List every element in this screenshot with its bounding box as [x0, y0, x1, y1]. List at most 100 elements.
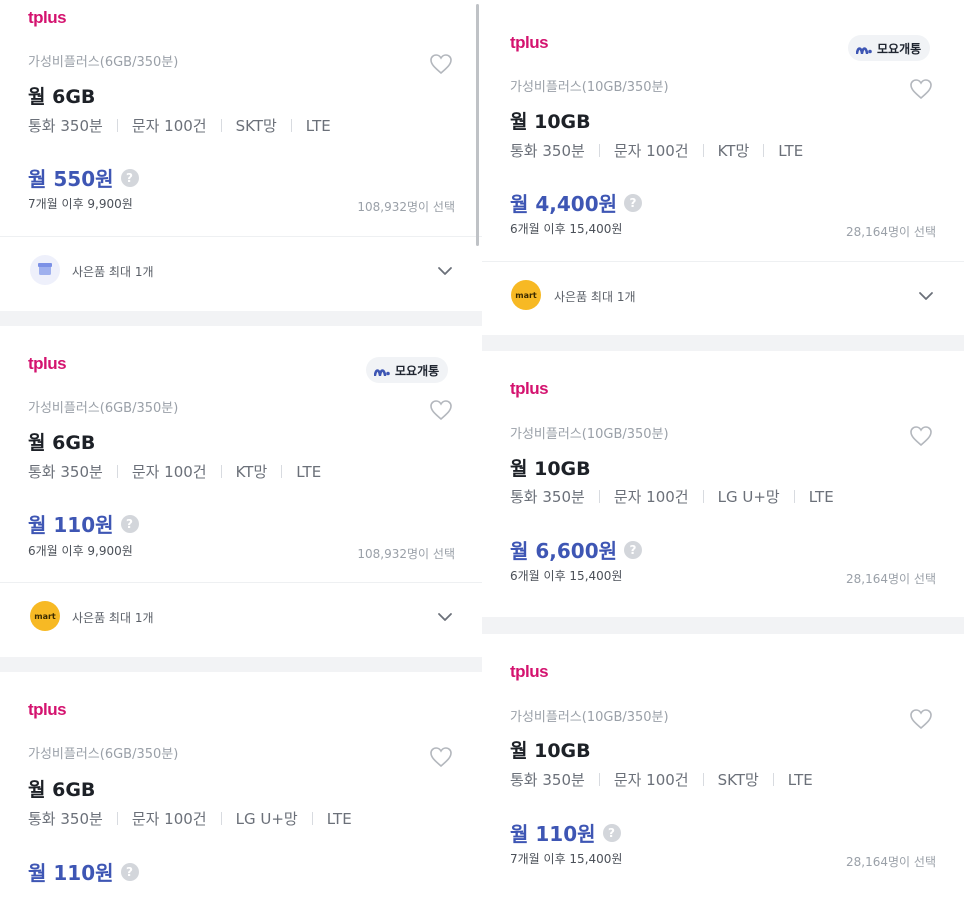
gift-row[interactable]: mart 사은품 최대 1개 [482, 261, 964, 335]
spec-network: LG U+망 [235, 810, 298, 828]
price: 월 550원? [28, 163, 139, 192]
divider [220, 465, 222, 478]
gift-box-icon [30, 255, 60, 285]
divider [116, 812, 118, 825]
data-amount: 월 6GB [28, 779, 96, 801]
plan-name: 가성비플러스(6GB/350분) [28, 747, 179, 762]
gift-label: 사은품 최대 1개 [72, 611, 154, 625]
price: 월 110원? [510, 818, 621, 847]
plan-card[interactable]: tplus 가성비플러스(6GB/350분) 월 6GB 통화 350분 문자 … [0, 672, 482, 900]
spec-sms: 문자 100건 [613, 142, 689, 160]
price-value: 월 110원 [28, 513, 114, 537]
heart-icon[interactable] [909, 425, 933, 447]
spec-sms: 문자 100건 [613, 771, 689, 789]
gift-label: 사은품 최대 1개 [72, 265, 154, 279]
price: 월 110원? [28, 857, 139, 886]
plan-card[interactable]: tplus 모요개통 가성비플러스(10GB/350분) 월 10GB 통화 3… [482, 0, 964, 335]
price-value: 월 6,600원 [510, 539, 618, 563]
selection-count: 28,164명이 선택 [846, 572, 936, 586]
price-value: 월 110원 [510, 822, 596, 846]
emart-icon: mart [511, 280, 541, 310]
plan-name: 가성비플러스(6GB/350분) [28, 401, 179, 416]
badge-label: 모요개통 [877, 41, 922, 56]
price-after-promo: 6개월 이후 9,900원 [28, 544, 133, 558]
price-value: 월 110원 [28, 861, 114, 885]
price-value: 월 4,400원 [510, 192, 618, 216]
price-value: 월 550원 [28, 167, 114, 191]
tplus-logo: tplus [28, 8, 67, 27]
scrollbar[interactable] [476, 4, 479, 246]
plan-card[interactable]: tplus 가성비플러스(6GB/350분) 월 6GB 통화 350분 문자 … [0, 0, 482, 311]
plan-specs: 통화 350분 문자 100건 LG U+망 LTE [28, 808, 352, 829]
chevron-down-icon[interactable] [437, 266, 453, 276]
question-icon[interactable]: ? [120, 168, 139, 187]
spec-call: 통화 350분 [28, 463, 103, 481]
plan-card[interactable]: tplus 가성비플러스(10GB/350분) 월 10GB 통화 350분 문… [482, 351, 964, 617]
spec-call: 통화 350분 [28, 117, 103, 135]
heart-icon[interactable] [429, 746, 453, 768]
data-amount: 월 10GB [510, 740, 591, 762]
chevron-down-icon[interactable] [437, 612, 453, 622]
plan-name: 가성비플러스(10GB/350분) [510, 80, 669, 95]
data-amount: 월 10GB [510, 458, 591, 480]
question-icon[interactable]: ? [120, 514, 139, 533]
spec-sms: 문자 100건 [131, 810, 207, 828]
moyo-logo-icon [855, 43, 872, 55]
tplus-logo: tplus [28, 700, 67, 719]
spec-type: LTE [778, 141, 804, 160]
question-icon[interactable]: ? [624, 540, 643, 559]
plan-name: 가성비플러스(10GB/350분) [510, 710, 669, 725]
price: 월 110원? [28, 509, 139, 538]
question-icon[interactable]: ? [120, 862, 139, 881]
spec-sms: 문자 100건 [613, 488, 689, 506]
question-icon[interactable]: ? [624, 193, 643, 212]
selection-count: 28,164명이 선택 [846, 855, 936, 869]
spec-call: 통화 350분 [510, 142, 585, 160]
plan-name: 가성비플러스(6GB/350분) [28, 55, 179, 70]
chevron-down-icon[interactable] [918, 291, 934, 301]
badge-label: 모요개통 [395, 363, 440, 378]
spec-call: 통화 350분 [510, 488, 585, 506]
divider [116, 465, 118, 478]
divider [702, 490, 704, 503]
emart-icon-text: mart [515, 290, 537, 300]
heart-icon[interactable] [909, 708, 933, 730]
left-plan-list[interactable]: tplus 가성비플러스(6GB/350분) 월 6GB 통화 350분 문자 … [0, 0, 482, 900]
price-after-promo: 7개월 이후 15,400원 [510, 852, 623, 866]
spec-sms: 문자 100건 [131, 463, 207, 481]
divider [116, 119, 118, 132]
tplus-logo: tplus [28, 354, 67, 373]
right-plan-list[interactable]: tplus 모요개통 가성비플러스(10GB/350분) 월 10GB 통화 3… [482, 0, 964, 900]
divider [311, 812, 313, 825]
spec-type: LTE [296, 462, 322, 481]
heart-icon[interactable] [429, 53, 453, 75]
spec-network: SKT망 [717, 771, 759, 789]
tplus-logo: tplus [510, 33, 549, 52]
selection-count: 28,164명이 선택 [846, 225, 936, 239]
plan-card[interactable]: tplus 가성비플러스(10GB/350분) 월 10GB 통화 350분 문… [482, 634, 964, 900]
moyo-logo-icon [373, 365, 390, 377]
price-after-promo: 7개월 이후 9,900원 [28, 197, 133, 211]
spec-sms: 문자 100건 [131, 117, 207, 135]
spec-type: LTE [326, 809, 352, 828]
spec-network: SKT망 [235, 117, 277, 135]
data-amount: 월 10GB [510, 111, 591, 133]
plan-specs: 통화 350분 문자 100건 SKT망 LTE [28, 115, 331, 136]
plan-name: 가성비플러스(10GB/350분) [510, 427, 669, 442]
gift-row[interactable]: mart 사은품 최대 1개 [0, 582, 482, 657]
moyo-badge: 모요개통 [848, 35, 931, 61]
gift-row[interactable]: 사은품 최대 1개 [0, 236, 482, 311]
heart-icon[interactable] [429, 399, 453, 421]
heart-icon[interactable] [909, 78, 933, 100]
spec-network: KT망 [235, 463, 268, 481]
spec-call: 통화 350분 [28, 810, 103, 828]
gift-label: 사은품 최대 1개 [554, 290, 636, 304]
selection-count: 108,932명이 선택 [357, 200, 455, 214]
plan-specs: 통화 350분 문자 100건 KT망 LTE [28, 461, 321, 482]
divider [793, 490, 795, 503]
question-icon[interactable]: ? [602, 823, 621, 842]
divider [702, 144, 704, 157]
plan-card[interactable]: tplus 모요개통 가성비플러스(6GB/350분) 월 6GB 통화 350… [0, 326, 482, 657]
tplus-logo: tplus [510, 662, 549, 681]
price-after-promo: 6개월 이후 15,400원 [510, 569, 623, 583]
